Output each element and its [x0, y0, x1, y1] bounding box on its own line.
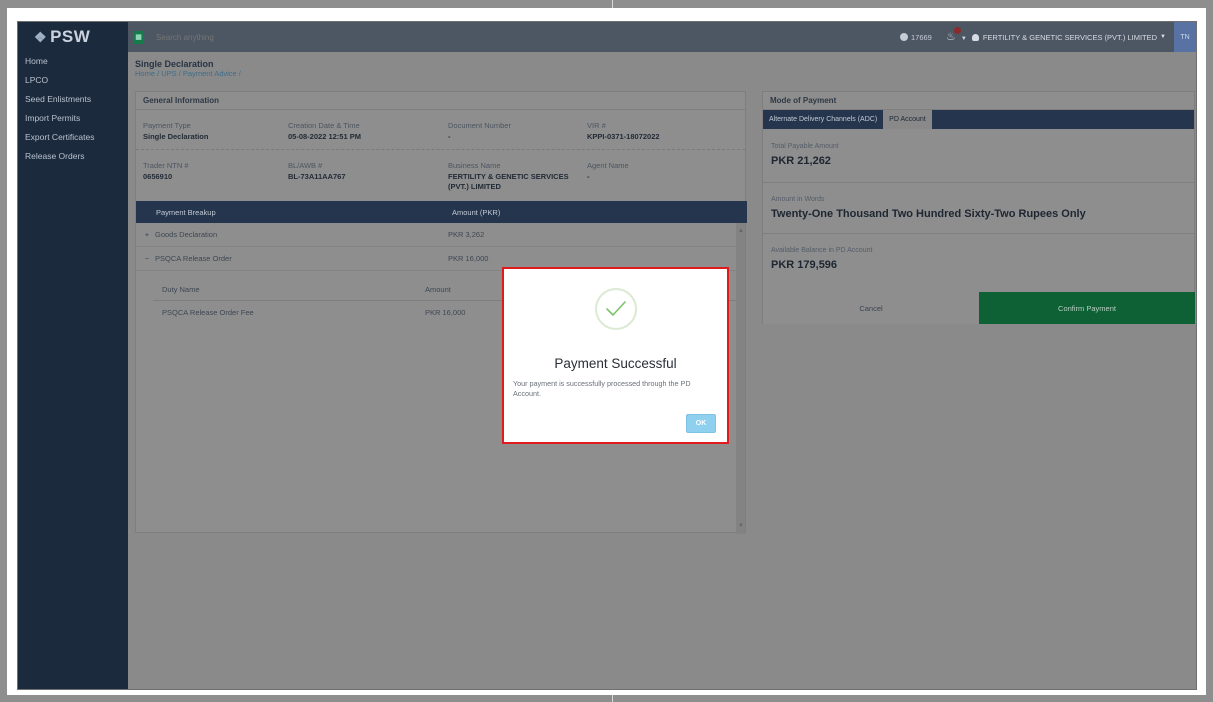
col-payment-breakup: Payment Breakup [156, 207, 216, 217]
tab-pd-account[interactable]: PD Account [883, 110, 932, 129]
document-number-value: - [448, 132, 451, 141]
breakup-name: PSQCA Release Order [155, 254, 232, 263]
col-duty-name: Duty Name [162, 285, 200, 294]
company-name: FERTILITY & GENETIC SERVICES (PVT.) LIMI… [982, 32, 1158, 42]
coin-icon [899, 33, 908, 41]
modal-message: Your payment is successfully processed t… [513, 379, 691, 398]
duty-name: PSQCA Release Order Fee [162, 307, 254, 317]
modal-title: Payment Successful [554, 356, 677, 371]
total-payable-label: Total Payable Amount [771, 143, 839, 150]
scroll-up-icon[interactable]: ▲ [738, 228, 744, 234]
checkmark-icon [606, 301, 626, 316]
amount-in-words-label: Amount in Words [771, 196, 825, 203]
chevron-down-icon: ▼ [960, 36, 967, 42]
cancel-button[interactable]: Cancel [763, 292, 979, 324]
amount-in-words-value: Twenty-One Thousand Two Hundred Sixty-Tw… [771, 208, 1086, 220]
sidebar-item-import-permits[interactable]: Import Permits [18, 109, 128, 128]
payment-tabs: Alternate Delivery Channels (ADC) PD Acc… [763, 110, 1194, 129]
mode-of-payment-heading: Mode of Payment [763, 92, 1194, 110]
psw-logo[interactable]: ❖ PSW [18, 22, 128, 52]
avatar[interactable]: TN [1174, 22, 1196, 52]
sidebar-item-home[interactable]: Home [18, 52, 128, 71]
table-row[interactable]: + Goods Declaration PKR 3,262 [136, 223, 736, 247]
user-icon [971, 33, 979, 41]
search-input[interactable] [156, 32, 456, 42]
col-amount: Amount [425, 285, 451, 294]
bl-awb-label: BL/AWB # [288, 161, 323, 170]
payment-breakup-header: Payment Breakup Amount (PKR) [136, 201, 747, 223]
document-number-label: Document Number [448, 121, 511, 130]
vir-value: KPPI-0371-18072022 [587, 132, 660, 141]
ok-button[interactable]: OK [686, 414, 716, 433]
company-selector[interactable]: FERTILITY & GENETIC SERVICES (PVT.) LIMI… [971, 32, 1166, 42]
col-amount-pkr: Amount (PKR) [452, 207, 501, 217]
notification-badge [953, 27, 961, 34]
breakup-amount: PKR 16,000 [448, 254, 489, 263]
divider [136, 149, 745, 150]
breakup-name: Goods Declaration [155, 230, 218, 239]
frame-seam-bottom [612, 695, 613, 702]
counter-value: 17669 [910, 32, 932, 42]
agent-name-label: Agent Name [587, 161, 629, 170]
trader-ntn-label: Trader NTN # [143, 161, 189, 170]
sidebar-item-release-orders[interactable]: Release Orders [18, 147, 128, 166]
notifications-button[interactable]: ♨ ▼ [946, 27, 967, 44]
success-check-icon [595, 288, 637, 330]
confirm-payment-button[interactable]: Confirm Payment [979, 292, 1195, 324]
sidebar-item-seed-enlistments[interactable]: Seed Enlistments [18, 90, 128, 109]
divider [763, 182, 1194, 183]
business-name-value: FERTILITY & GENETIC SERVICES (PVT.) LIMI… [448, 172, 569, 191]
page-title: Single Declaration [135, 59, 214, 69]
table-scrollbar[interactable]: ▲ ▼ [736, 223, 745, 534]
business-name-label: Business Name [448, 161, 501, 170]
divider [763, 233, 1194, 234]
payment-type-label: Payment Type [143, 121, 191, 130]
expand-icon[interactable]: + [139, 230, 155, 239]
logo-text: PSW [50, 27, 91, 46]
topbar: ▦ 17669 ♨ ▼ FERTILITY & GENETIC SERVICES… [128, 22, 1196, 52]
payment-success-modal: Payment Successful Your payment is succe… [502, 267, 729, 444]
agent-name-value: - [587, 172, 590, 181]
menu-toggle-button[interactable]: ▦ [133, 30, 144, 44]
collapse-icon[interactable]: − [139, 254, 155, 263]
creation-date-label: Creation Date & Time [288, 121, 360, 130]
tab-adc[interactable]: Alternate Delivery Channels (ADC) [763, 110, 883, 129]
duty-amount: PKR 16,000 [425, 307, 466, 317]
breadcrumb[interactable]: Home / UPS / Payment Advice / [135, 69, 241, 78]
points-counter[interactable]: 17669 [899, 32, 932, 42]
grid-icon: ▦ [135, 34, 142, 41]
payment-type-value: Single Declaration [143, 132, 209, 141]
logo-mark-icon: ❖ [34, 28, 48, 45]
sidebar-item-export-certificates[interactable]: Export Certificates [18, 128, 128, 147]
bl-awb-value: BL-73A11AA767 [288, 172, 346, 181]
vir-label: VIR # [587, 121, 606, 130]
breakup-amount: PKR 3,262 [448, 230, 485, 239]
creation-date-value: 05-08-2022 12:51 PM [288, 132, 361, 141]
scroll-down-icon[interactable]: ▼ [738, 523, 744, 529]
available-balance-value: PKR 179,596 [771, 259, 838, 271]
trader-ntn-value: 0656910 [143, 172, 173, 181]
topbar-right: 17669 ♨ ▼ FERTILITY & GENETIC SERVICES (… [899, 22, 1196, 52]
sidebar: ❖ PSW Home LPCO Seed Enlistments Import … [18, 22, 128, 689]
sidebar-item-lpco[interactable]: LPCO [18, 71, 128, 90]
mode-of-payment-panel: Mode of Payment Alternate Delivery Chann… [762, 91, 1195, 324]
total-payable-value: PKR 21,262 [771, 155, 831, 167]
frame-seam-top [612, 0, 613, 8]
available-balance-label: Available Balance in PD Account [771, 247, 873, 254]
general-information-heading: General Information [136, 92, 745, 110]
chevron-down-icon: ▼ [1160, 34, 1166, 40]
